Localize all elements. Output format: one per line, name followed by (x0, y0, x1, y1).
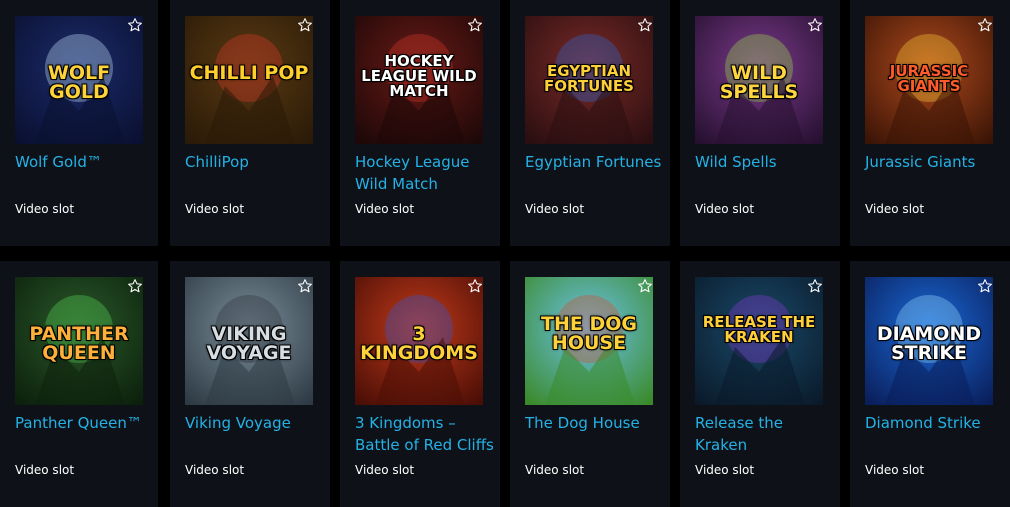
star-outline-icon[interactable] (637, 278, 653, 294)
game-card: EGYPTIAN FORTUNES Egyptian Fortunes Video … (510, 0, 670, 246)
jurassic-giants-thumbnail[interactable]: JURASSIC GIANTS (865, 16, 993, 144)
star-outline-icon[interactable] (297, 17, 313, 33)
star-outline-icon[interactable] (977, 17, 993, 33)
game-card: WOLF GOLD Wolf Gold™ Video slot (0, 0, 158, 246)
panther-queen-thumbnail[interactable]: PANTHER QUEEN (15, 277, 143, 405)
game-card: JURASSIC GIANTS Jurassic Giants Video slot (850, 0, 1010, 246)
game-card: 3 KINGDOMS 3 Kingdoms – Battle of Red Cli… (340, 261, 500, 507)
game-type-label: Video slot (865, 463, 925, 477)
star-outline-icon[interactable] (467, 17, 483, 33)
game-type-label: Video slot (355, 202, 415, 216)
star-outline-icon[interactable] (807, 17, 823, 33)
game-name-link[interactable]: Wolf Gold™ (15, 151, 155, 173)
star-outline-icon[interactable] (297, 278, 313, 294)
game-name-link[interactable]: 3 Kingdoms – Battle of Red Cliffs (355, 412, 495, 456)
egyptian-fortunes-thumbnail[interactable]: EGYPTIAN FORTUNES (525, 16, 653, 144)
dog-house-thumbnail[interactable]: THE DOG HOUSE (525, 277, 653, 405)
game-card: HOCKEY LEAGUE WILD MATCH Hockey League Wi… (340, 0, 500, 246)
game-card: PANTHER QUEEN Panther Queen™ Video slot (0, 261, 158, 507)
game-card: THE DOG HOUSE The Dog House Video slot (510, 261, 670, 507)
game-card: CHILLI POP ChilliPop Video slot (170, 0, 330, 246)
game-card: VIKING VOYAGE Viking Voyage Video slot (170, 261, 330, 507)
game-name-link[interactable]: Panther Queen™ (15, 412, 155, 434)
game-name-link[interactable]: Hockey League Wild Match (355, 151, 495, 195)
game-name-link[interactable]: Wild Spells (695, 151, 835, 173)
game-card: WILD SPELLS Wild Spells Video slot (680, 0, 840, 246)
viking-voyage-thumbnail[interactable]: VIKING VOYAGE (185, 277, 313, 405)
game-type-label: Video slot (355, 463, 415, 477)
star-outline-icon[interactable] (637, 17, 653, 33)
game-name-link[interactable]: Release the Kraken (695, 412, 835, 456)
game-name-link[interactable]: Jurassic Giants (865, 151, 1005, 173)
star-outline-icon[interactable] (977, 278, 993, 294)
game-type-label: Video slot (15, 202, 75, 216)
game-type-label: Video slot (865, 202, 925, 216)
hockey-league-thumbnail[interactable]: HOCKEY LEAGUE WILD MATCH (355, 16, 483, 144)
game-name-link[interactable]: Egyptian Fortunes (525, 151, 665, 173)
game-grid: WOLF GOLD Wolf Gold™ Video slot CHILLI POP C… (0, 0, 1010, 507)
wolf-gold-thumbnail[interactable]: WOLF GOLD (15, 16, 143, 144)
star-outline-icon[interactable] (467, 278, 483, 294)
game-type-label: Video slot (525, 202, 585, 216)
game-type-label: Video slot (15, 463, 75, 477)
wild-spells-thumbnail[interactable]: WILD SPELLS (695, 16, 823, 144)
star-outline-icon[interactable] (127, 17, 143, 33)
game-name-link[interactable]: Viking Voyage (185, 412, 325, 434)
game-name-link[interactable]: The Dog House (525, 412, 665, 434)
star-outline-icon[interactable] (127, 278, 143, 294)
three-kingdoms-thumbnail[interactable]: 3 KINGDOMS (355, 277, 483, 405)
game-type-label: Video slot (185, 463, 245, 477)
game-name-link[interactable]: ChilliPop (185, 151, 325, 173)
game-type-label: Video slot (185, 202, 245, 216)
game-name-link[interactable]: Diamond Strike (865, 412, 1005, 434)
game-type-label: Video slot (525, 463, 585, 477)
chillipop-thumbnail[interactable]: CHILLI POP (185, 16, 313, 144)
diamond-strike-thumbnail[interactable]: DIAMOND STRIKE (865, 277, 993, 405)
game-card: RELEASE THE KRAKEN Release the Kraken Vide… (680, 261, 840, 507)
game-card: DIAMOND STRIKE Diamond Strike Video slot (850, 261, 1010, 507)
game-type-label: Video slot (695, 202, 755, 216)
star-outline-icon[interactable] (807, 278, 823, 294)
release-kraken-thumbnail[interactable]: RELEASE THE KRAKEN (695, 277, 823, 405)
game-type-label: Video slot (695, 463, 755, 477)
